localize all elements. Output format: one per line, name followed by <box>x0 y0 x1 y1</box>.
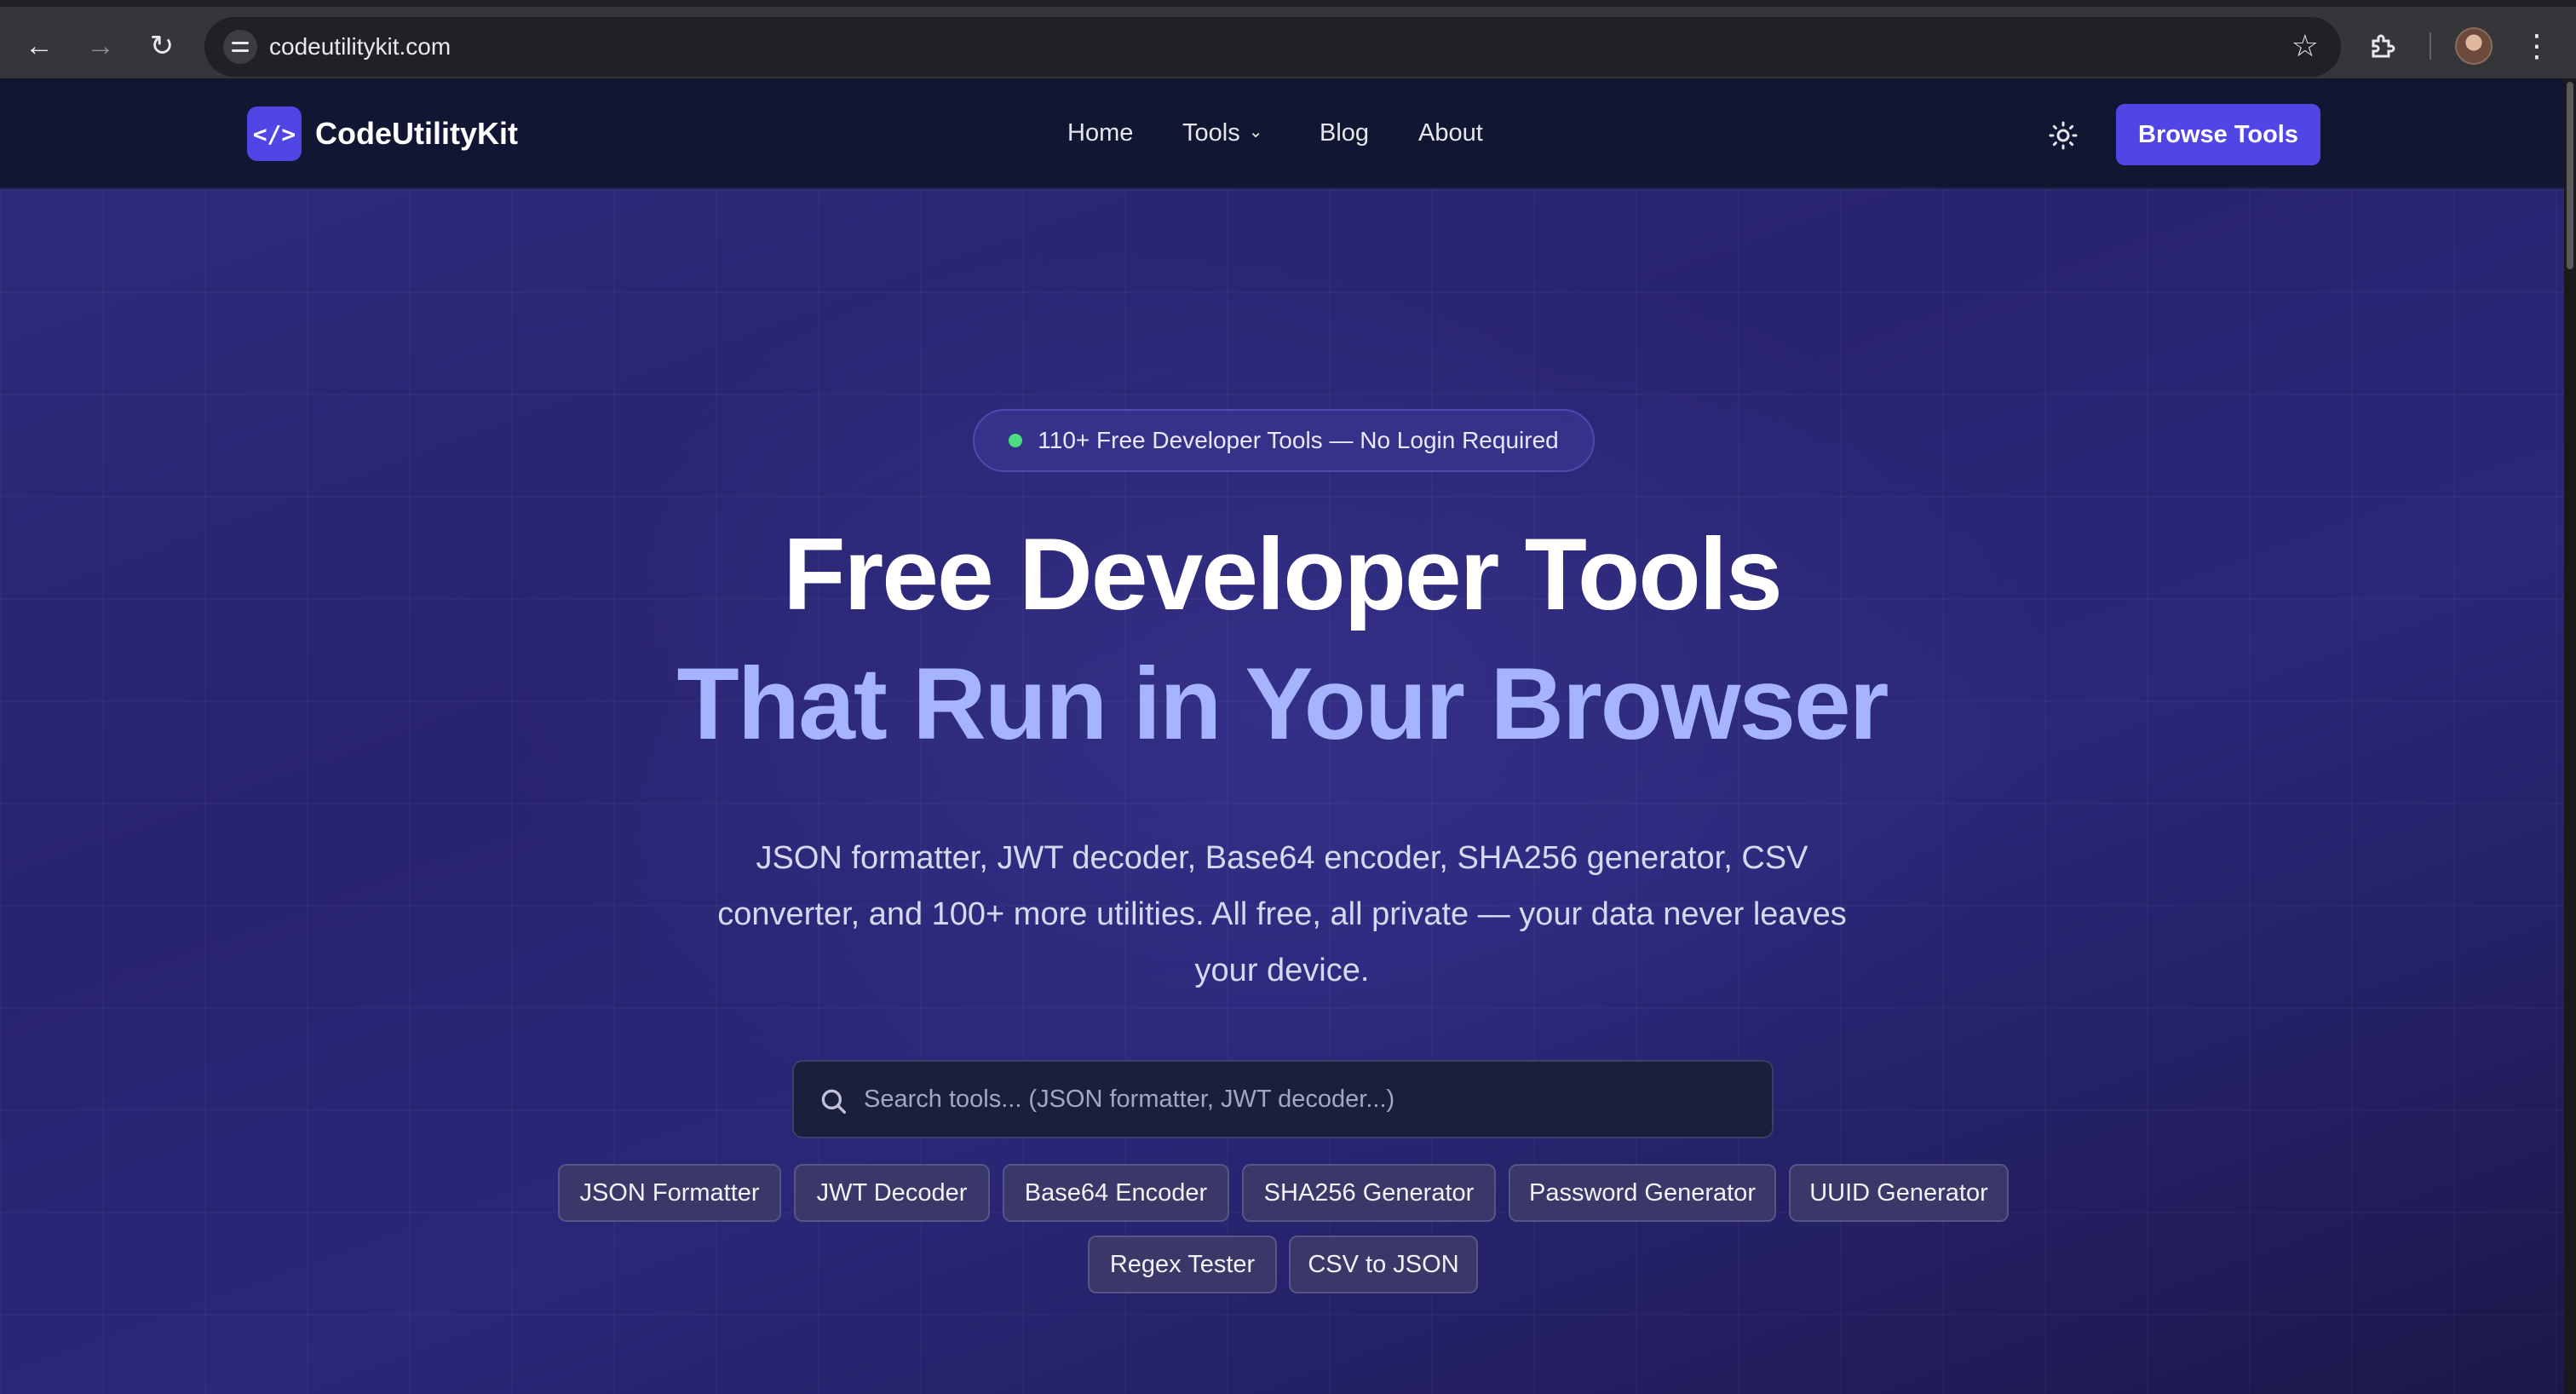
chip-regex-tester[interactable]: Regex Tester <box>1088 1236 1277 1293</box>
site-header: </> CodeUtilityKit Home Tools ⌄ Blog Abou… <box>0 78 2564 189</box>
popular-tools-chips: JSON Formatter JWT Decoder Base64 Encode… <box>0 189 2564 1394</box>
web-page: </> CodeUtilityKit Home Tools ⌄ Blog Abou… <box>0 78 2564 1394</box>
status-badge: 110+ Free Developer Tools — No Login Req… <box>973 409 1595 472</box>
reload-button[interactable]: ↻ <box>141 26 182 66</box>
browse-tools-button[interactable]: Browse Tools <box>2116 104 2320 165</box>
chip-sha256-generator[interactable]: SHA256 Generator <box>1242 1164 1496 1222</box>
search-input[interactable] <box>864 1062 1750 1137</box>
reload-icon: ↻ <box>149 30 175 62</box>
theme-toggle-button[interactable] <box>2044 117 2082 154</box>
back-button[interactable]: ← <box>19 26 60 66</box>
chip-csv-to-json[interactable]: CSV to JSON <box>1289 1236 1478 1293</box>
profile-avatar[interactable] <box>2455 27 2493 65</box>
nav-tools[interactable]: Tools ⌄ <box>1182 119 1262 147</box>
search-icon <box>821 1089 846 1114</box>
hero-section: 110+ Free Developer Tools — No Login Req… <box>0 189 2564 1394</box>
tool-search-box[interactable] <box>792 1060 1774 1138</box>
browser-toolbar: ← → ↻ codeutilitykit.com ☆ ⋮ <box>0 0 2576 78</box>
hero-title-line2: That Run in Your Browser <box>676 647 1889 761</box>
arrow-left-icon: ← <box>25 30 54 62</box>
nav-home[interactable]: Home <box>1067 119 1133 147</box>
address-bar[interactable]: codeutilitykit.com ☆ <box>204 17 2341 77</box>
forward-button[interactable]: → <box>80 26 121 66</box>
badge-text: 110+ Free Developer Tools — No Login Req… <box>1038 427 1559 453</box>
nav-about[interactable]: About <box>1418 119 1483 147</box>
chip-password-generator[interactable]: Password Generator <box>1509 1164 1776 1222</box>
toolbar-divider <box>2429 32 2431 60</box>
chip-uuid-generator[interactable]: UUID Generator <box>1789 1164 2009 1222</box>
hero-subtitle: JSON formatter, JWT decoder, Base64 enco… <box>717 840 1847 988</box>
chip-base64-encoder[interactable]: Base64 Encoder <box>1003 1164 1229 1222</box>
arrow-right-icon: → <box>86 30 115 62</box>
status-dot-icon <box>1009 434 1023 447</box>
url-text: codeutilitykit.com <box>269 33 451 60</box>
chip-jwt-decoder[interactable]: JWT Decoder <box>794 1164 990 1222</box>
scrollbar-thumb[interactable] <box>2567 82 2573 269</box>
puzzle-icon <box>2372 34 2395 58</box>
tune-icon[interactable] <box>223 30 257 64</box>
chevron-down-icon: ⌄ <box>1248 123 1263 141</box>
extensions-button[interactable] <box>2363 26 2404 66</box>
sun-icon <box>2049 121 2078 150</box>
star-icon[interactable]: ☆ <box>2291 31 2319 61</box>
kebab-menu-icon: ⋮ <box>2521 28 2552 63</box>
browser-menu-button[interactable]: ⋮ <box>2516 26 2557 66</box>
hero-title-line1: Free Developer Tools <box>783 517 1782 631</box>
nav-tools-label: Tools <box>1182 119 1240 147</box>
nav-blog[interactable]: Blog <box>1320 119 1369 147</box>
page-scrollbar[interactable] <box>2564 78 2576 1394</box>
chip-json-formatter[interactable]: JSON Formatter <box>558 1164 781 1222</box>
